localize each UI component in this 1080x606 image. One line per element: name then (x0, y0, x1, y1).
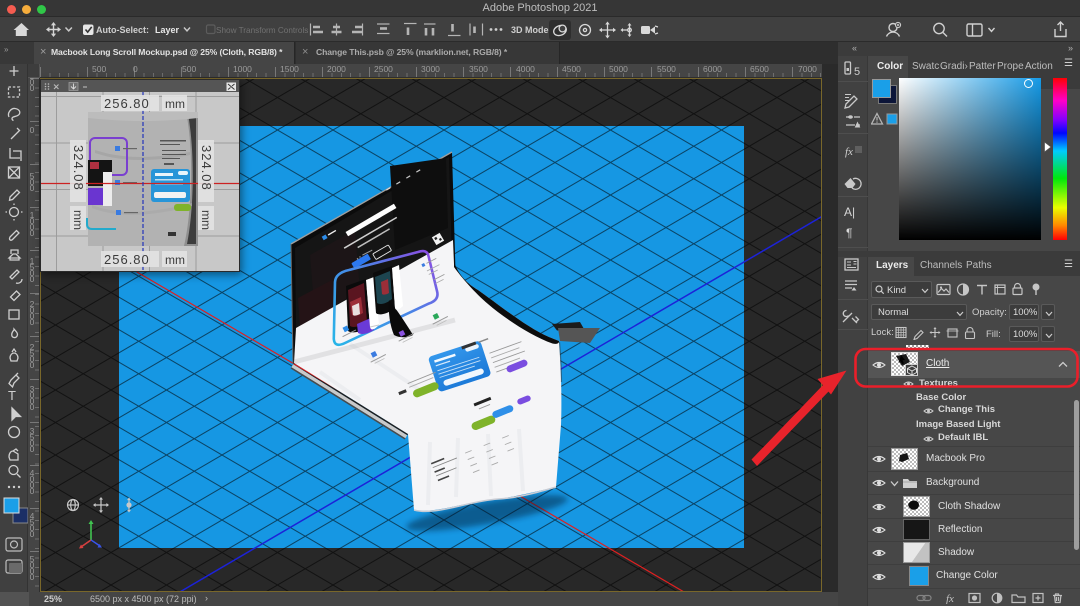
svg-text:324.08: 324.08 (199, 145, 214, 191)
svg-text:A|: A| (844, 205, 855, 219)
svg-text:mm: mm (71, 210, 85, 230)
svg-text:256.80: 256.80 (104, 252, 150, 267)
svg-text:Show Transform Controls: Show Transform Controls (216, 26, 308, 35)
svg-text:3D Mode:: 3D Mode: (511, 25, 552, 35)
svg-text:Auto-Select:: Auto-Select: (96, 25, 149, 35)
svg-text:fx: fx (946, 593, 954, 604)
svg-text:Layer: Layer (155, 25, 180, 35)
svg-text:5: 5 (854, 66, 860, 78)
svg-text:fx: fx (845, 146, 853, 158)
svg-text:¶: ¶ (846, 226, 852, 240)
svg-text:mm: mm (199, 210, 213, 230)
svg-text:mm: mm (165, 97, 185, 111)
svg-text:T: T (8, 388, 16, 403)
svg-text:324.08: 324.08 (71, 145, 86, 191)
svg-text:mm: mm (165, 253, 185, 267)
svg-text:256.80: 256.80 (104, 96, 150, 111)
